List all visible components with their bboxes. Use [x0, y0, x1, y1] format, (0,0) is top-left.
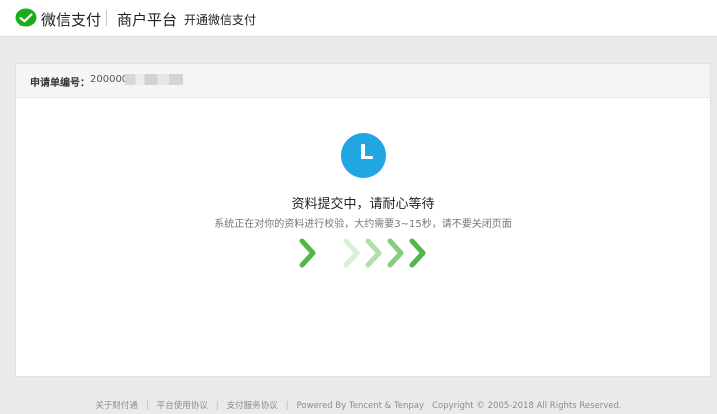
footer-separator: | — [285, 401, 289, 411]
footer-copyright: Copyright © 2005-2018 All Rights Reserve… — [432, 401, 622, 411]
footer-link-platform-agreement[interactable]: 平台使用协议 — [157, 401, 208, 411]
wechat-pay-logo-icon — [15, 8, 37, 27]
application-number-label: 申请单编号： — [30, 78, 90, 89]
clock-icon — [341, 133, 386, 178]
footer-powered-by: Powered By Tencent & Tenpay — [296, 401, 424, 411]
application-panel: 申请单编号： 200000 资料提交中，请耐心等待 系统正在对你的资料进行校验，… — [15, 63, 711, 377]
application-number-redacted — [125, 74, 183, 85]
application-header: 申请单编号： 200000 — [16, 64, 710, 98]
header-divider — [106, 10, 107, 26]
platform-name[interactable]: 商户平台 — [117, 9, 177, 30]
footer-separator: | — [215, 401, 219, 411]
footer-link-about[interactable]: 关于财付通 — [95, 401, 138, 411]
status-subtitle: 系统正在对你的资料进行校验，大约需要3~15秒，请不要关闭页面 — [214, 219, 512, 230]
chevron-right-icon — [365, 238, 382, 268]
chevron-right-icon — [387, 238, 404, 268]
chevron-right-icon — [409, 238, 426, 268]
footer-link-payment-agreement[interactable]: 支付服务协议 — [227, 401, 278, 411]
application-number-value: 200000 — [90, 74, 129, 85]
footer: 关于财付通 | 平台使用协议 | 支付服务协议 | Powered By Tencent &… — [0, 399, 717, 411]
chevron-right-icon — [343, 238, 360, 268]
chevron-right-icon — [299, 238, 316, 268]
brand-name[interactable]: 微信支付 — [41, 9, 101, 30]
status-title: 资料提交中，请耐心等待 — [291, 197, 435, 212]
page-title: 开通微信支付 — [184, 13, 257, 27]
footer-separator: | — [145, 401, 149, 411]
progress-arrows — [299, 238, 426, 268]
top-bar: 微信支付 商户平台 开通微信支付 — [0, 0, 717, 37]
